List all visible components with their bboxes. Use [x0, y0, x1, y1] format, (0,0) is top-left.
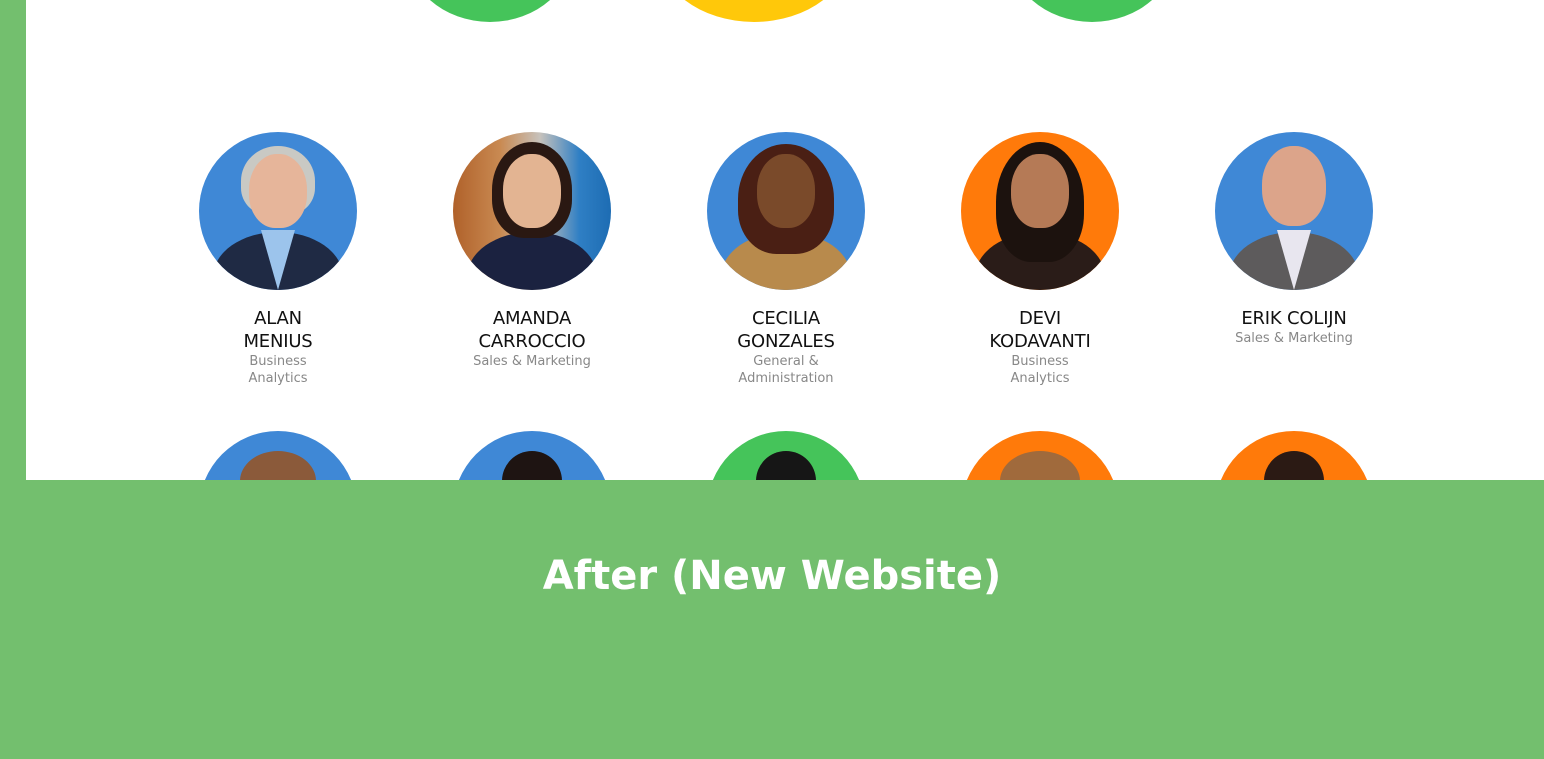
team-member-card: DEVI KODAVANTI Business Analytics — [940, 132, 1140, 387]
team-member-card: CECILIA GONZALES General & Administratio… — [686, 132, 886, 387]
member-department: Sales & Marketing — [473, 354, 591, 369]
decorative-circle — [656, 0, 852, 22]
avatar — [961, 132, 1119, 290]
avatar — [707, 431, 865, 480]
team-member-card: ALAN MENIUS Business Analytics — [178, 132, 378, 387]
slide-caption: After (New Website) — [542, 553, 1002, 599]
member-department: Business Analytics — [248, 354, 308, 386]
website-screenshot: ALAN MENIUS Business Analytics AMANDA CA… — [26, 0, 1544, 480]
member-department: Sales & Marketing — [1235, 331, 1353, 346]
avatar — [707, 132, 865, 290]
page: ALAN MENIUS Business Analytics AMANDA CA… — [0, 0, 1544, 759]
decorative-circle — [1007, 0, 1177, 22]
avatar — [453, 132, 611, 290]
team-member-card: ERIK COLIJN Sales & Marketing — [1194, 132, 1394, 347]
avatar — [1215, 431, 1373, 480]
member-name: ALAN MENIUS — [243, 308, 313, 352]
avatar — [199, 431, 357, 480]
team-member-card: AMANDA CARROCCIO Sales & Marketing — [432, 132, 632, 370]
member-name: DEVI KODAVANTI — [989, 308, 1091, 352]
member-name: ERIK COLIJN — [1241, 308, 1347, 329]
member-department: General & Administration — [738, 354, 834, 386]
member-name: AMANDA CARROCCIO — [478, 308, 586, 352]
avatar — [1215, 132, 1373, 290]
decorative-circle — [405, 0, 575, 22]
avatar — [961, 431, 1119, 480]
member-department: Business Analytics — [1010, 354, 1070, 386]
avatar — [199, 132, 357, 290]
avatar — [453, 431, 611, 480]
member-name: CECILIA GONZALES — [737, 308, 835, 352]
